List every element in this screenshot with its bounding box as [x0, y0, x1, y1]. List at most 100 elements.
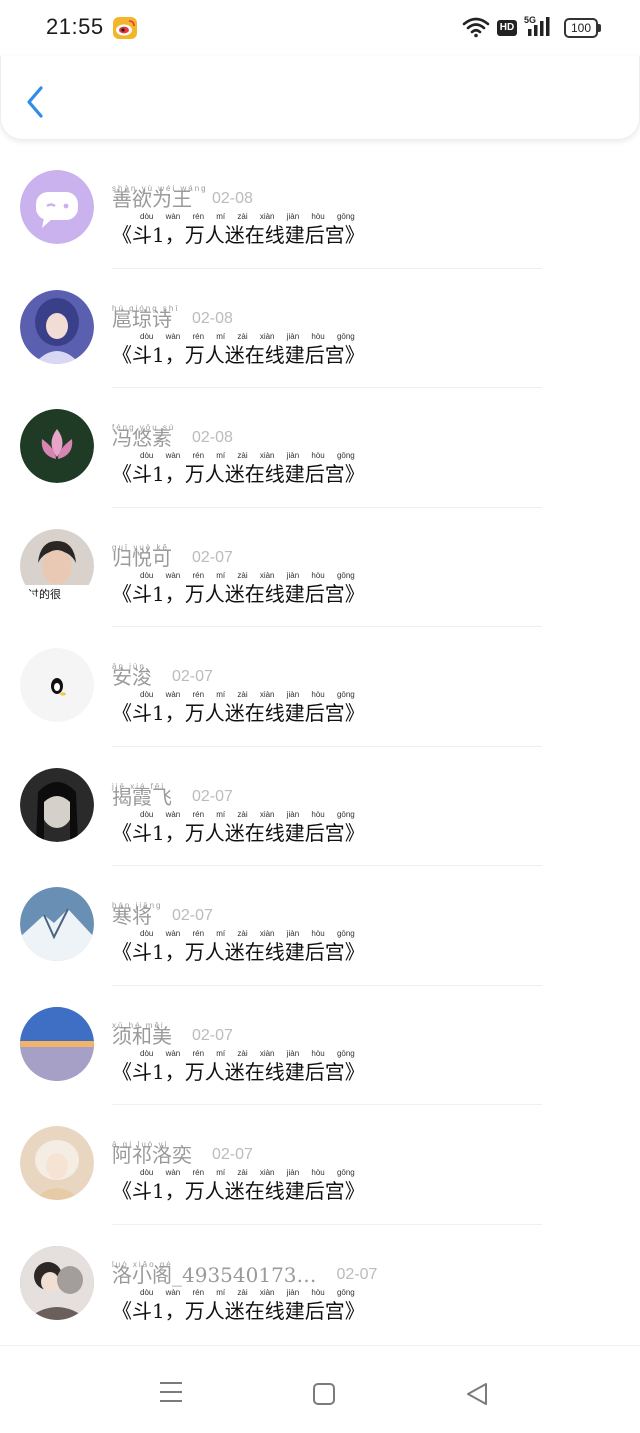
message-pinyin: dòu wàn rén mí zài xiàn jiàn hòu gōng: [140, 809, 355, 819]
user-name-pinyin: ān jùn: [112, 662, 146, 671]
user-name[interactable]: ān jùn 安浚: [112, 656, 152, 688]
message-date: 02-08: [192, 429, 233, 446]
avatar[interactable]: [20, 767, 94, 842]
nav-back-icon[interactable]: [464, 1382, 490, 1406]
system-nav-bar: [0, 1345, 640, 1433]
user-name[interactable]: shàn yù wéi wáng 善欲为王: [112, 178, 206, 210]
message-pinyin: dòu wàn rén mí zài xiàn jiàn hòu gōng: [140, 451, 355, 460]
list-item[interactable]: hú qióng shī 扈琼诗 02-08 dòu wàn rén mí zài x…: [0, 267, 640, 388]
name-line: luò xiǎo gé 洛小阁_493540173… 02-07: [112, 1252, 572, 1286]
name-line: hán jiāng 寒将 02-07: [112, 893, 572, 927]
message-text: 《斗1，万人迷在线建后宫》: [112, 462, 365, 486]
avatar[interactable]: [20, 170, 94, 244]
user-name-pinyin: hán jiāng: [112, 901, 163, 910]
user-name-pinyin: luò xiǎo gé: [112, 1259, 173, 1269]
message-preview: dòu wàn rén mí zài xiàn jiàn hòu gōng 《斗1…: [112, 212, 412, 246]
list-item[interactable]: xū hé měi 须和美 02-07 dòu wàn rén mí zài xiàn…: [0, 984, 640, 1105]
name-line: xū hé měi 须和美 02-07: [112, 1013, 572, 1047]
user-name[interactable]: hú qióng shī 扈琼诗: [112, 298, 178, 330]
list-item[interactable]: shàn yù wéi wáng 善欲为王 02-08 dòu wàn rén mí …: [0, 148, 640, 268]
list-item[interactable]: féng yōu sù 冯悠素 02-08 dòu wàn rén mí zài xi…: [0, 387, 640, 507]
user-name[interactable]: hán jiāng 寒将: [112, 895, 160, 927]
message-text: 《斗1，万人迷在线建后宫》: [112, 701, 365, 725]
user-name[interactable]: féng yōu sù 冯悠素: [112, 417, 173, 449]
weibo-icon: [113, 17, 137, 39]
message-preview: dòu wàn rén mí zài xiàn jiàn hòu gōng 《斗1…: [112, 810, 412, 844]
user-name[interactable]: guī yuè kě 归悦可: [112, 537, 172, 569]
network-label: 5G: [524, 15, 536, 25]
user-name[interactable]: jiē xiá fēi 揭霞飞: [112, 776, 172, 808]
avatar[interactable]: [20, 887, 94, 961]
user-name[interactable]: luò xiǎo gé 洛小阁_493540173…: [112, 1254, 317, 1286]
status-bar: 21:55 HD 5G 100: [0, 0, 640, 56]
divider: [112, 984, 542, 986]
name-line: guī yuè kě 归悦可 02-07: [112, 535, 572, 569]
avatar-image: [20, 767, 94, 842]
avatar-image: [20, 887, 94, 961]
avatar-image: [20, 1126, 94, 1200]
avatar-image: [20, 409, 94, 483]
message-preview: dòu wàn rén mí zài xiàn jiàn hòu gōng 《斗1…: [112, 1049, 412, 1083]
user-name-pinyin: xū hé měi: [112, 1020, 165, 1030]
name-line: jiē xiá fēi 揭霞飞 02-07: [112, 774, 572, 808]
message-pinyin: dòu wàn rén mí zài xiàn jiàn hòu gōng: [140, 1048, 355, 1058]
divider: [112, 1223, 542, 1225]
user-name-pinyin: hú qióng shī: [112, 303, 180, 313]
message-pinyin: dòu wàn rén mí zài xiàn jiàn hòu gōng: [140, 929, 355, 938]
avatar[interactable]: [20, 1126, 94, 1200]
message-text: 《斗1，万人迷在线建后宫》: [112, 581, 365, 606]
message-date: 02-07: [336, 1265, 378, 1283]
divider: [112, 387, 542, 388]
name-line: hú qióng shī 扈琼诗 02-08: [112, 296, 572, 330]
battery-level: 100: [564, 18, 598, 38]
avatar[interactable]: [20, 648, 94, 722]
message-text: 《斗1，万人迷在线建后宫》: [112, 223, 365, 247]
message-pinyin: dòu wàn rén mí zài xiàn jiàn hòu gōng: [140, 212, 355, 221]
message-text: 《斗1，万人迷在线建后宫》: [112, 820, 365, 845]
user-name[interactable]: xū hé měi 须和美: [112, 1015, 172, 1047]
message-date: 02-07: [192, 548, 233, 566]
avatar[interactable]: [20, 1245, 94, 1320]
avatar-image: [20, 1006, 94, 1081]
message-pinyin: dòu wàn rén mí zài xiàn jiàn hòu gōng: [140, 570, 355, 580]
message-date: 02-08: [212, 190, 253, 207]
menu-icon[interactable]: [158, 1380, 184, 1404]
message-text: 《斗1，万人迷在线建后宫》: [112, 940, 365, 964]
message-date: 02-07: [192, 787, 233, 805]
hd-badge: HD: [497, 20, 517, 36]
divider: [112, 865, 542, 866]
wifi-icon: [462, 17, 490, 38]
list-item[interactable]: 过的很 guī yuè kě 归悦可 02-07 dòu wàn rén mí zài …: [0, 506, 640, 627]
back-button[interactable]: [19, 80, 55, 124]
divider: [112, 267, 542, 269]
user-name-pinyin: shàn yù wéi wáng: [112, 184, 208, 193]
avatar-image: 过的很: [20, 528, 94, 603]
list-item[interactable]: ān jùn 安浚 02-07 dòu wàn rén mí zài xiàn jià…: [0, 626, 640, 746]
message-list: shàn yù wéi wáng 善欲为王 02-08 dòu wàn rén mí …: [0, 148, 640, 1343]
list-item[interactable]: ā qí luò yì 阿祁洛奕 02-07 dòu wàn rén mí zài x…: [0, 1104, 640, 1224]
avatar-image: [20, 289, 94, 364]
message-text: 《斗1，万人迷在线建后宫》: [112, 1059, 365, 1084]
signal-5g-icon: 5G: [524, 15, 550, 36]
message-preview: dòu wàn rén mí zài xiàn jiàn hòu gōng 《斗1…: [112, 1168, 412, 1202]
home-icon[interactable]: [312, 1382, 336, 1406]
avatar-image: [20, 648, 94, 722]
battery-icon: 100: [564, 18, 602, 38]
message-pinyin: dòu wàn rén mí zài xiàn jiàn hòu gōng: [140, 1168, 355, 1177]
avatar[interactable]: [20, 409, 94, 483]
avatar[interactable]: [20, 1006, 94, 1081]
list-item[interactable]: luò xiǎo gé 洛小阁_493540173… 02-07 dòu wàn ré…: [0, 1223, 640, 1344]
name-line: ā qí luò yì 阿祁洛奕 02-07: [112, 1132, 572, 1166]
message-preview: dòu wàn rén mí zài xiàn jiàn hòu gōng 《斗1…: [112, 571, 412, 605]
avatar[interactable]: [20, 289, 94, 364]
message-preview: dòu wàn rén mí zài xiàn jiàn hòu gōng 《斗1…: [112, 690, 412, 724]
list-item[interactable]: jiē xiá fēi 揭霞飞 02-07 dòu wàn rén mí zài xi…: [0, 745, 640, 866]
avatar[interactable]: 过的很: [20, 528, 94, 603]
divider: [112, 626, 542, 627]
divider: [112, 1104, 542, 1105]
name-line: shàn yù wéi wáng 善欲为王 02-08: [112, 176, 572, 210]
list-item[interactable]: hán jiāng 寒将 02-07 dòu wàn rén mí zài xiàn …: [0, 865, 640, 985]
user-name[interactable]: ā qí luò yì 阿祁洛奕: [112, 1134, 192, 1166]
status-time: 21:55: [46, 14, 104, 39]
message-text: 《斗1，万人迷在线建后宫》: [112, 342, 365, 367]
